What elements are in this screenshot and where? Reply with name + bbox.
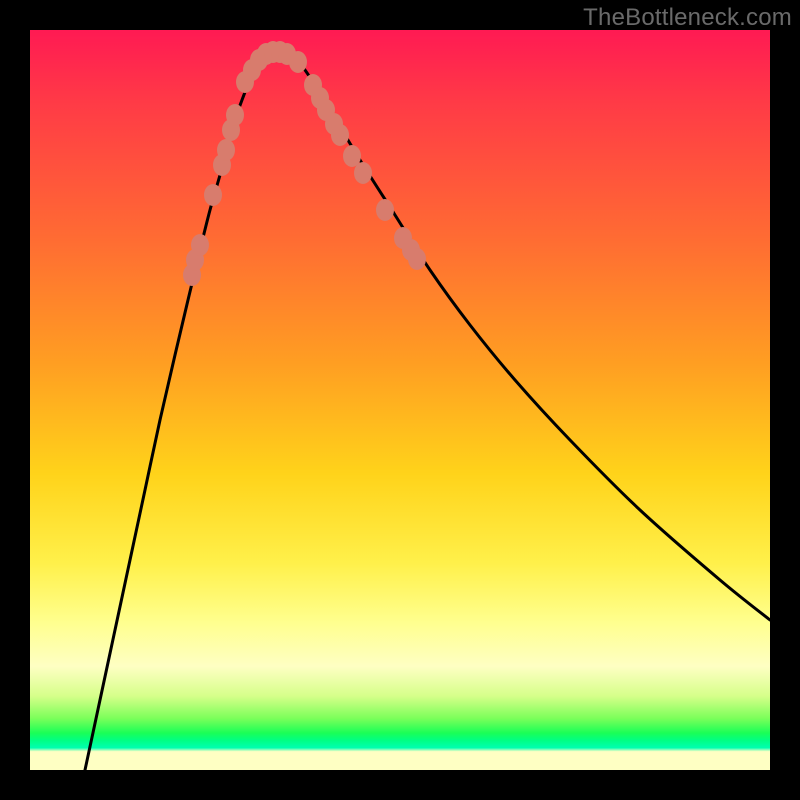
chart-svg (30, 30, 770, 770)
curve-markers (183, 41, 426, 286)
bottleneck-curve (85, 51, 770, 770)
curve-marker (191, 234, 209, 256)
curve-marker (376, 199, 394, 221)
curve-marker (226, 104, 244, 126)
chart-plot-area (30, 30, 770, 770)
curve-marker (204, 184, 222, 206)
curve-marker (408, 248, 426, 270)
curve-marker (354, 162, 372, 184)
curve-marker (289, 51, 307, 73)
curve-marker (217, 139, 235, 161)
chart-frame: TheBottleneck.com (0, 0, 800, 800)
watermark-text: TheBottleneck.com (583, 4, 792, 32)
curve-marker (331, 124, 349, 146)
